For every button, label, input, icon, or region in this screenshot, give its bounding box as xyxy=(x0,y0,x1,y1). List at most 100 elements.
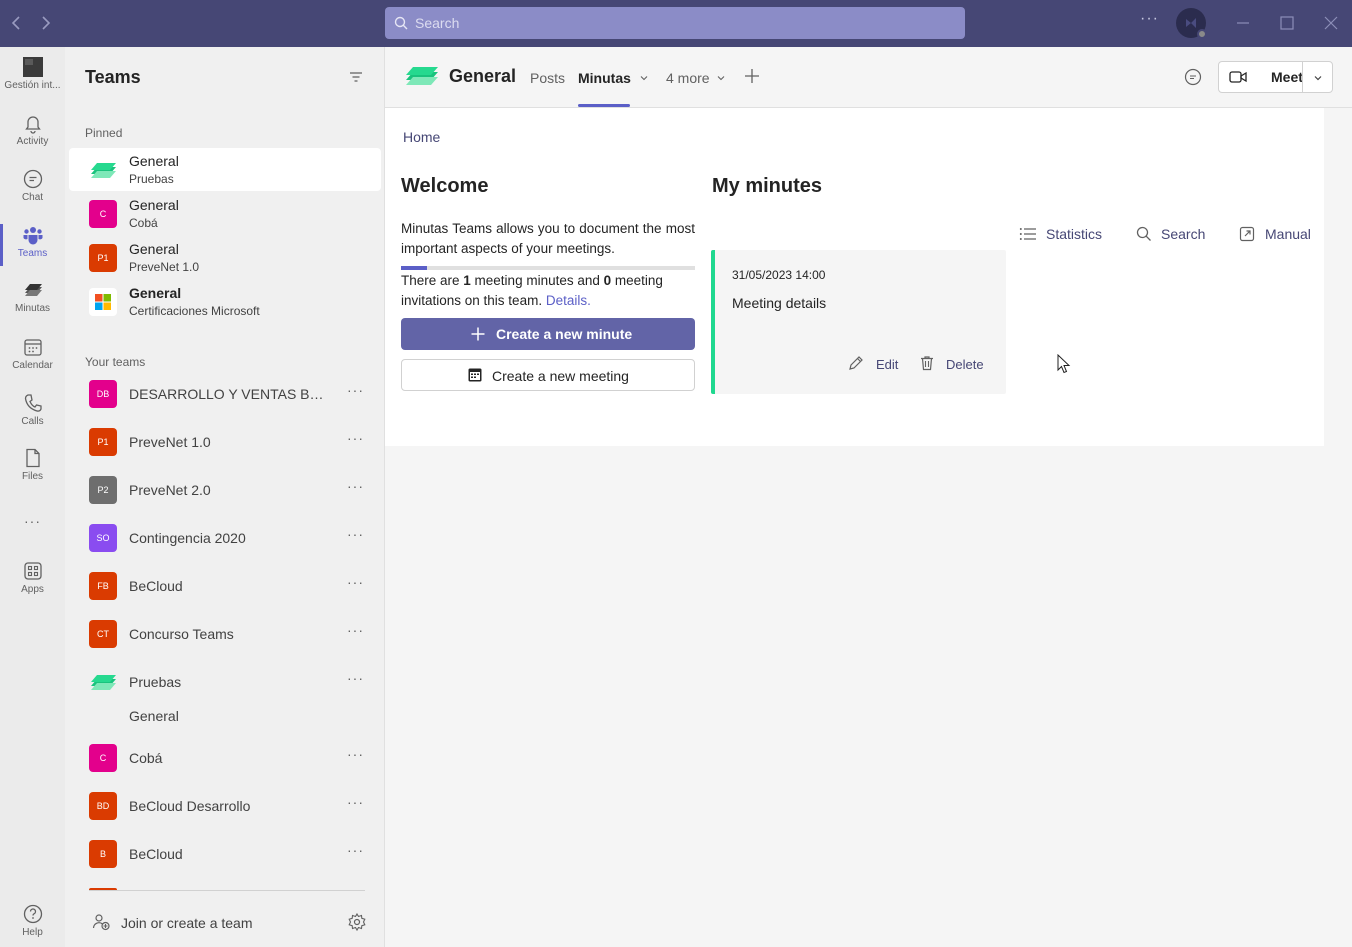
maximize-icon[interactable] xyxy=(1276,12,1298,34)
minute-card[interactable]: 31/05/2023 14:00 Meeting details Edit De… xyxy=(711,250,1006,394)
team-more-options-icon[interactable]: ··· xyxy=(347,670,364,686)
filter-icon[interactable] xyxy=(348,69,364,88)
create-meeting-button[interactable]: Create a new meeting xyxy=(401,359,695,391)
team-more-options-icon[interactable]: ··· xyxy=(347,526,364,542)
pinned-channel-general-prevenet[interactable]: P1 General PreveNet 1.0 xyxy=(69,236,381,279)
rail-item-gestion[interactable]: Gestión int... xyxy=(0,56,65,108)
search-input[interactable] xyxy=(415,7,955,39)
tab-minutas[interactable]: Minutas xyxy=(578,70,649,86)
minutes-count: 1 xyxy=(463,273,471,288)
minimize-icon[interactable] xyxy=(1232,12,1254,34)
channel-item-general[interactable]: General xyxy=(129,708,179,724)
team-more-options-icon[interactable]: ··· xyxy=(347,478,364,494)
chevron-down-icon[interactable] xyxy=(1312,71,1324,87)
channel-name: General xyxy=(129,241,179,257)
team-name: Contingencia 2020 xyxy=(129,530,246,546)
team-more-options-icon[interactable]: ··· xyxy=(347,430,364,446)
team-item[interactable]: BD BeCloud Desarrollo ··· xyxy=(69,786,381,826)
team-more-options-icon[interactable]: ··· xyxy=(347,794,364,810)
rail-more-icon[interactable]: ··· xyxy=(0,513,65,533)
add-tab-icon[interactable] xyxy=(743,67,761,88)
details-link[interactable]: Details. xyxy=(546,293,591,308)
chevron-down-icon xyxy=(718,76,725,81)
team-item[interactable]: Pruebas ··· xyxy=(69,662,381,702)
open-external-icon xyxy=(1239,226,1255,242)
team-avatar: FB xyxy=(89,572,117,600)
team-item[interactable]: P1 PreveNet 1.0 ··· xyxy=(69,422,381,462)
rail-item-calls[interactable]: Calls xyxy=(0,392,65,444)
teams-icon xyxy=(23,227,42,245)
rail-item-apps[interactable]: Apps xyxy=(0,560,65,612)
channel-name: General xyxy=(129,285,182,301)
help-icon xyxy=(23,904,42,924)
team-more-options-icon[interactable]: ··· xyxy=(347,574,364,590)
search-box[interactable] xyxy=(385,7,965,39)
user-avatar[interactable] xyxy=(1176,8,1207,39)
stats-middle: meeting minutes and xyxy=(470,273,604,288)
close-icon[interactable] xyxy=(1320,12,1342,34)
team-avatar: P2 xyxy=(89,476,117,504)
forward-arrow-icon[interactable] xyxy=(34,12,56,34)
pinned-channel-general-coba[interactable]: C General Cobá xyxy=(69,192,381,235)
team-item[interactable]: P2 PreveNet 2.0 ··· xyxy=(69,470,381,510)
list-icon xyxy=(1019,228,1036,240)
tab-posts[interactable]: Posts xyxy=(530,70,565,86)
rail-item-teams[interactable]: Teams xyxy=(0,224,65,276)
rail-item-chat[interactable]: Chat xyxy=(0,168,65,220)
team-more-options-icon[interactable]: ··· xyxy=(347,622,364,638)
divider xyxy=(1302,62,1303,92)
team-item[interactable]: C Cobá ··· xyxy=(69,738,381,778)
pinned-channel-general-certificaciones[interactable]: General Certificaciones Microsoft xyxy=(69,280,381,323)
progress-fill xyxy=(401,266,428,270)
team-item[interactable]: CT Concurso Teams ··· xyxy=(69,614,381,654)
rail-item-help[interactable]: Help xyxy=(0,903,65,947)
rail-label: Calls xyxy=(21,416,44,427)
org-icon xyxy=(22,57,43,77)
team-more-options-icon[interactable]: ··· xyxy=(347,382,364,398)
rail-item-calendar[interactable]: Calendar xyxy=(0,336,65,388)
search-label: Search xyxy=(1161,226,1206,242)
team-name: PreveNet 2.0 xyxy=(129,482,211,498)
rail-label: Activity xyxy=(16,136,49,147)
team-avatar: BD xyxy=(89,792,117,820)
pinned-section-label: Pinned xyxy=(85,126,123,140)
chat-icon xyxy=(23,169,42,189)
welcome-text: Minutas Teams allows you to document the… xyxy=(401,221,695,256)
create-minute-button[interactable]: Create a new minute xyxy=(401,318,695,350)
pencil-icon xyxy=(849,356,863,370)
team-item[interactable]: DB DESARROLLO Y VENTAS BE CL... ··· xyxy=(69,374,381,414)
statistics-label: Statistics xyxy=(1046,226,1103,242)
breadcrumb-home[interactable]: Home xyxy=(403,129,440,145)
team-more-options-icon[interactable]: ··· xyxy=(347,746,364,762)
join-create-team-button[interactable]: Join or create a team xyxy=(91,912,371,936)
trash-icon xyxy=(921,356,933,371)
more-options-icon[interactable]: ··· xyxy=(1140,10,1159,28)
tab-more[interactable]: 4 more xyxy=(666,70,726,86)
team-more-options-icon[interactable]: ··· xyxy=(347,842,364,858)
rail-item-activity[interactable]: Activity xyxy=(0,112,65,164)
pinned-channel-general-pruebas[interactable]: General Pruebas xyxy=(69,148,381,191)
add-people-icon xyxy=(92,914,110,931)
rail-item-minutas[interactable]: Minutas xyxy=(0,279,65,331)
mouse-cursor-icon xyxy=(1057,353,1071,377)
minutas-team-icon xyxy=(405,61,439,94)
gear-icon[interactable] xyxy=(347,912,367,935)
rail-label: Gestión int... xyxy=(4,80,61,91)
rail-item-files[interactable]: Files xyxy=(0,447,65,499)
team-name: Pruebas xyxy=(129,674,182,690)
my-minutes-title: My minutes xyxy=(712,175,823,197)
rail-label: Files xyxy=(21,471,44,482)
rail-label: Help xyxy=(22,927,43,938)
team-name: Certificaciones Microsoft xyxy=(129,304,260,318)
invitations-count: 0 xyxy=(603,273,612,288)
team-item[interactable]: FB BeCloud ··· xyxy=(69,566,381,606)
meet-button[interactable]: Meet xyxy=(1218,61,1333,93)
conversation-icon[interactable] xyxy=(1184,68,1202,89)
team-avatar: P1 xyxy=(89,244,117,272)
team-item[interactable]: SO Contingencia 2020 ··· xyxy=(69,518,381,558)
team-item[interactable]: B BeCloud ··· xyxy=(69,834,381,874)
channel-title: General xyxy=(449,66,517,86)
search-icon xyxy=(1136,226,1151,241)
minutas-team-icon xyxy=(89,668,117,699)
back-arrow-icon[interactable] xyxy=(6,12,28,34)
